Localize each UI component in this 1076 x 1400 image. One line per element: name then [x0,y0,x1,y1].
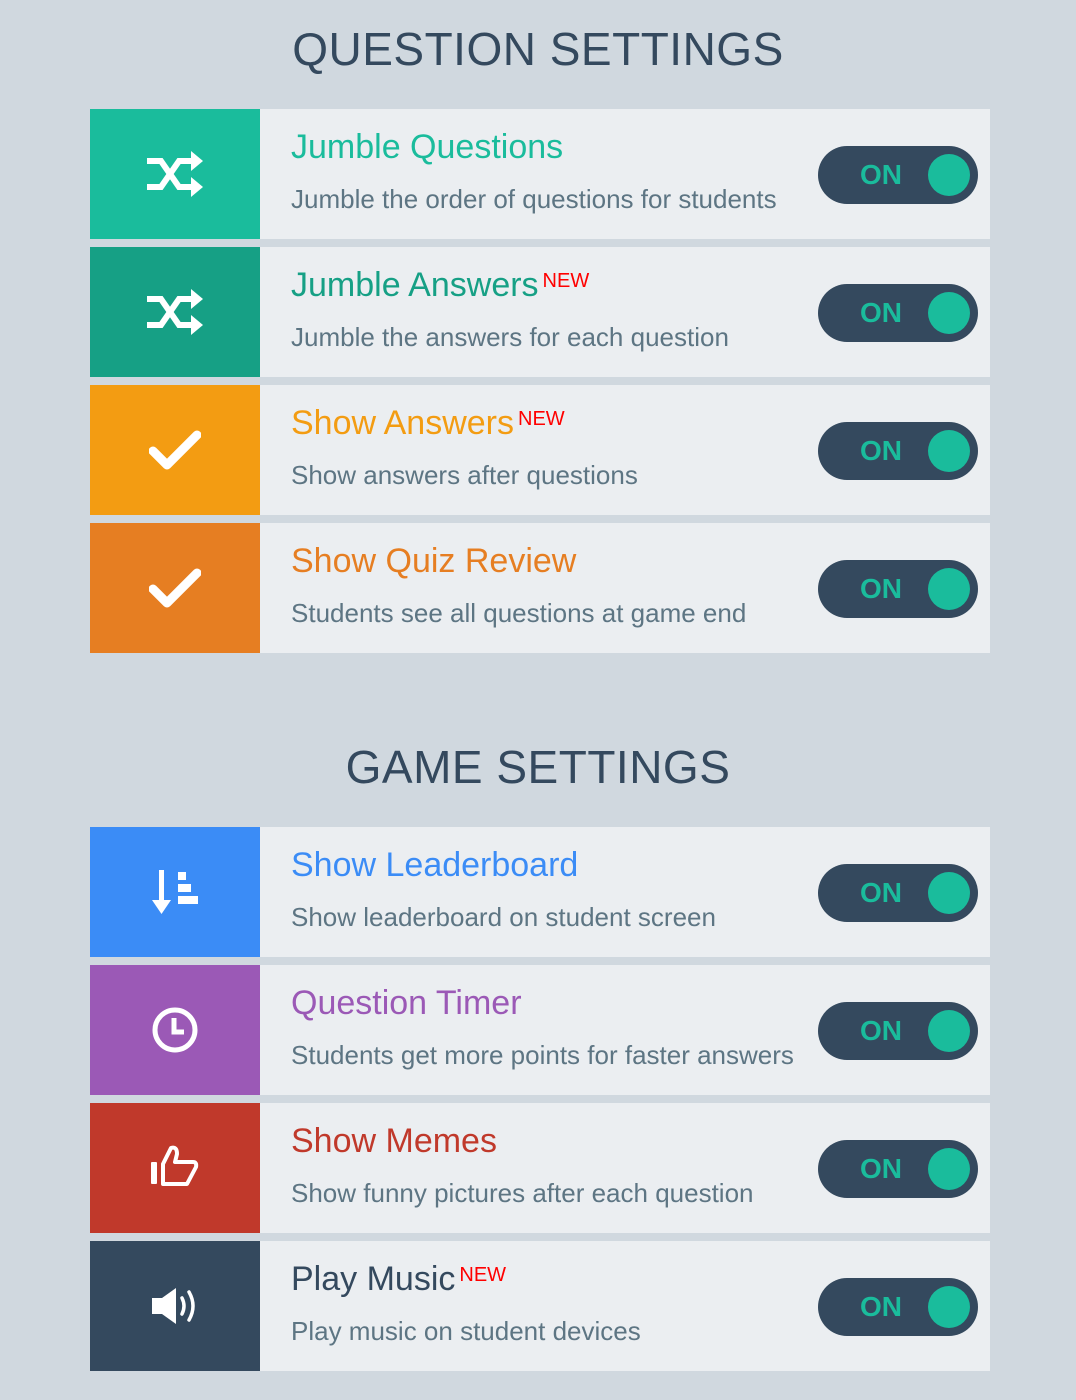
check-icon [149,430,201,470]
icon-box [90,109,260,239]
icon-box [90,827,260,957]
toggle-knob [928,1148,970,1190]
toggle-label: ON [860,159,902,190]
toggle-knob [928,292,970,334]
setting-title: Jumble Questions [291,128,564,166]
icon-box [90,523,260,653]
toggle-knob [928,154,970,196]
setting-row-question-timer: Question Timer Students get more points … [90,965,990,1095]
show-leaderboard-toggle[interactable]: ON [818,864,978,922]
setting-description: Play music on student devices [291,1316,641,1346]
setting-title: Jumble Answers NEW [291,266,590,304]
setting-description: Show answers after questions [291,460,638,490]
jumble-questions-toggle[interactable]: ON [818,146,978,204]
toggle-knob [928,1010,970,1052]
icon-box [90,247,260,377]
toggle-label: ON [860,1015,902,1046]
show-answers-toggle[interactable]: ON [818,422,978,480]
setting-title: Play Music NEW [291,1260,507,1298]
setting-description: Show leaderboard on student screen [291,902,716,932]
toggle-label: ON [860,573,902,604]
setting-title: Show Quiz Review [291,542,577,580]
game-settings-title: GAME SETTINGS [345,741,731,793]
volume-icon [152,1288,195,1324]
setting-title: Question Timer [291,984,522,1022]
setting-row-play-music: Play Music NEW Play music on student devi… [90,1241,990,1371]
setting-row-jumble-questions: Jumble Questions Jumble the order of que… [90,109,990,239]
toggle-label: ON [860,435,902,466]
setting-row-show-quiz-review: Show Quiz Review Students see all questi… [90,523,990,653]
thumbs-up-icon [151,1145,199,1186]
toggle-label: ON [860,877,902,908]
question-settings-title: QUESTION SETTINGS [292,23,784,75]
play-music-toggle[interactable]: ON [818,1278,978,1336]
setting-title: Show Leaderboard [291,846,579,884]
toggle-knob [928,430,970,472]
toggle-label: ON [860,1291,902,1322]
new-badge: NEW [459,1264,507,1286]
toggle-label: ON [860,297,902,328]
setting-row-show-leaderboard: Show Leaderboard Show leaderboard on stu… [90,827,990,957]
jumble-answers-toggle[interactable]: ON [818,284,978,342]
shuffle-icon [147,151,203,197]
shuffle-icon [147,289,203,335]
toggle-knob [928,872,970,914]
icon-box [90,385,260,515]
setting-row-show-answers: Show Answers NEW Show answers after quest… [90,385,990,515]
setting-title: Show Memes [291,1122,497,1160]
show-quiz-review-toggle[interactable]: ON [818,560,978,618]
toggle-knob [928,1286,970,1328]
setting-row-jumble-answers: Jumble Answers NEW Jumble the answers for… [90,247,990,377]
toggle-label: ON [860,1153,902,1184]
new-badge: NEW [542,270,590,292]
setting-row-show-memes: Show Memes Show funny pictures after eac… [90,1103,990,1233]
setting-description: Students see all questions at game end [291,598,747,628]
clock-icon [152,1007,198,1053]
new-badge: NEW [518,408,565,430]
show-memes-toggle[interactable]: ON [818,1140,978,1198]
setting-description: Jumble the order of questions for studen… [291,184,777,214]
question-timer-toggle[interactable]: ON [818,1002,978,1060]
setting-title: Show Answers NEW [291,404,565,442]
setting-description: Students get more points for faster answ… [291,1040,794,1070]
setting-description: Show funny pictures after each question [291,1178,754,1208]
icon-box [90,965,260,1095]
icon-box [90,1103,260,1233]
check-icon [149,568,201,608]
setting-description: Jumble the answers for each question [291,322,729,352]
toggle-knob [928,568,970,610]
icon-box [90,1241,260,1371]
sort-descending-icon [152,870,198,914]
